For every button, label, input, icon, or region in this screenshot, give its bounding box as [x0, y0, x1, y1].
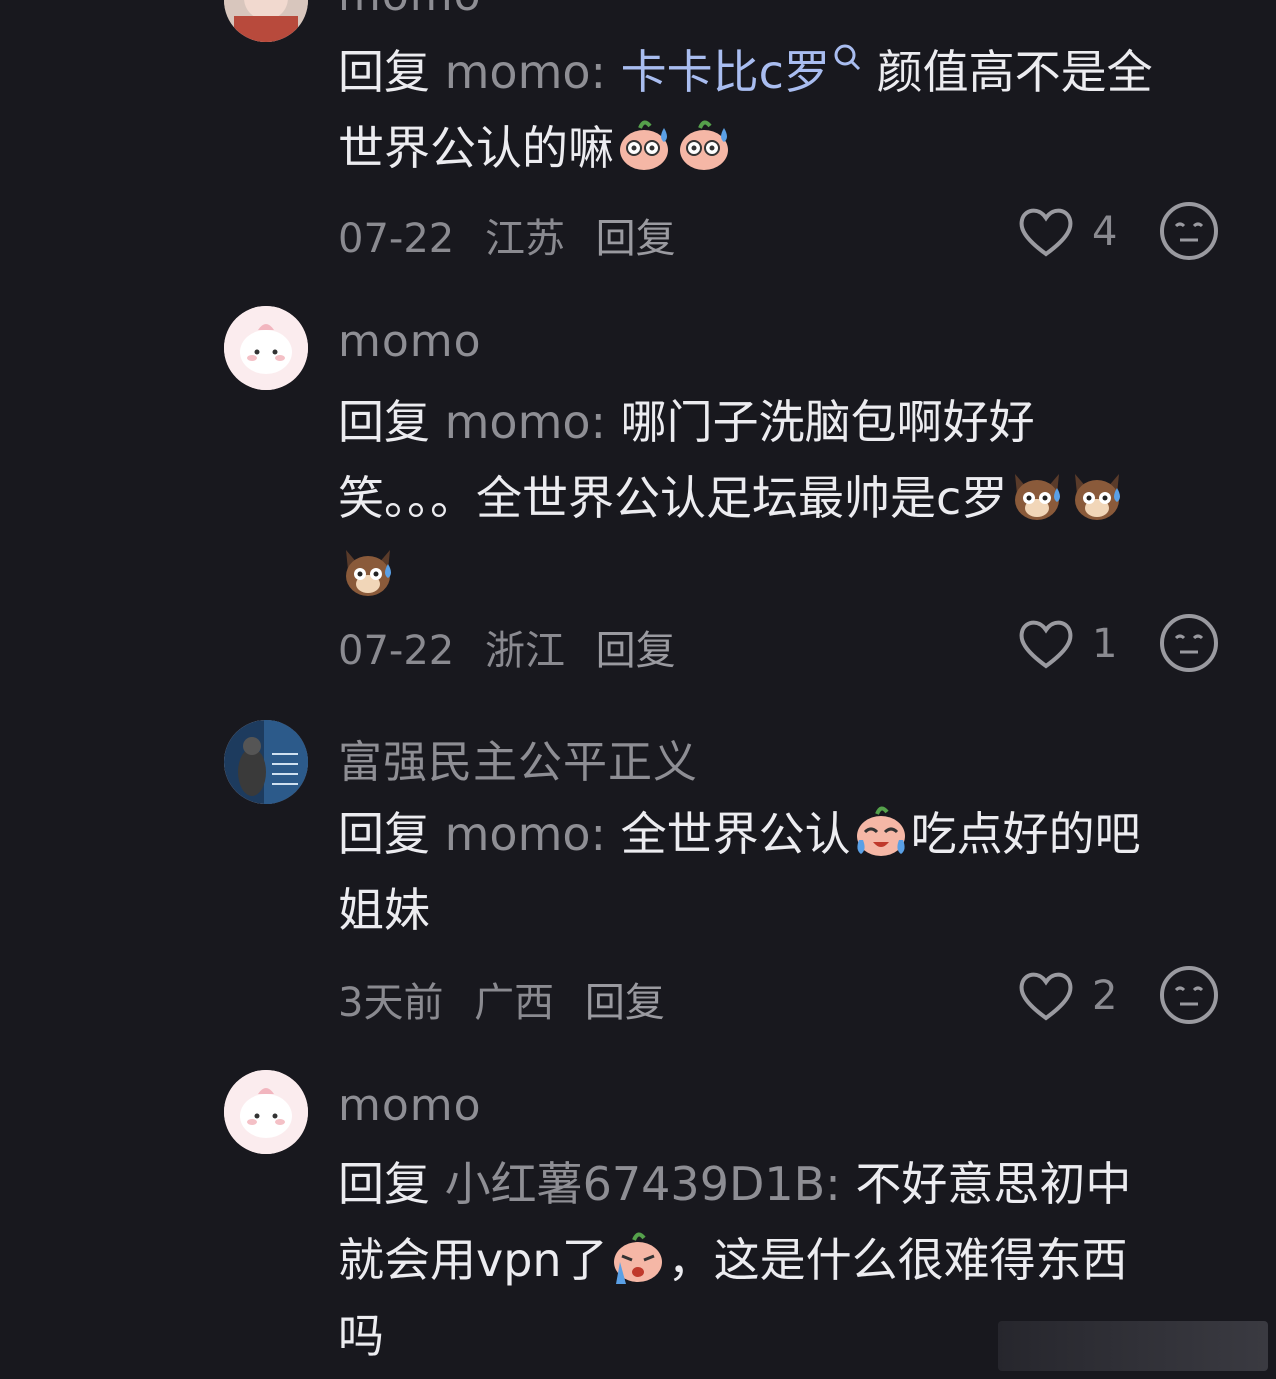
reply-target[interactable]: momo: [445, 395, 606, 449]
like-count: 1 [1092, 621, 1118, 667]
comment-text: 哪门子洗脑包啊好好笑。。。全世界公认足坛最帅是c罗 [338, 395, 1035, 525]
reply-target[interactable]: 小红薯67439D1B: [445, 1157, 841, 1211]
sweating-dog-emoji [1075, 474, 1121, 520]
comment-body: 回复 momo: 卡卡比c罗 颜值高不是全世界公认的嘛 [338, 34, 1168, 186]
sweating-peach-emoji [620, 120, 668, 170]
comment-meta: 07-22 江苏 回复 [338, 206, 694, 264]
heart-icon [1019, 208, 1073, 257]
comment-location: 广西 [474, 980, 555, 1026]
reply-prefix: 回复 [338, 1157, 430, 1211]
comment-username[interactable]: momo [338, 0, 482, 21]
comment-username[interactable]: momo [338, 1080, 482, 1131]
dislike-face-icon[interactable] [1158, 612, 1220, 674]
dislike-face-icon[interactable] [1158, 964, 1220, 1026]
sweating-dog-emoji [346, 550, 391, 596]
heart-icon [1019, 620, 1073, 669]
avatar[interactable] [224, 720, 308, 804]
comment-username[interactable]: momo [338, 316, 482, 367]
comment-location: 浙江 [484, 628, 565, 674]
comment-date: 07-22 [338, 216, 455, 262]
comment-location: 江苏 [484, 216, 565, 262]
like-button[interactable]: 2 [1014, 964, 1124, 1028]
comment-meta: 3天前 广西 回复 [338, 970, 683, 1028]
avatar[interactable] [224, 1070, 308, 1154]
comment-date: 3天前 [338, 980, 444, 1026]
sweating-dog-emoji [1015, 474, 1061, 520]
crying-emoji [613, 1232, 662, 1284]
reply-button[interactable]: 回复 [596, 628, 676, 674]
like-button[interactable]: 4 [1014, 200, 1124, 264]
heart-icon [1019, 972, 1073, 1021]
like-count: 4 [1092, 209, 1118, 255]
search-link[interactable]: 卡卡比c罗 [621, 45, 830, 99]
reply-target[interactable]: momo: [445, 807, 606, 861]
reply-target[interactable]: momo: [445, 45, 606, 99]
reply-prefix: 回复 [338, 807, 430, 861]
comment-body: 回复 momo: 哪门子洗脑包啊好好笑。。。全世界公认足坛最帅是c罗 [338, 384, 1168, 612]
like-count: 2 [1092, 973, 1118, 1019]
reply-prefix: 回复 [338, 45, 430, 99]
avatar[interactable] [224, 306, 308, 390]
comment-body: 回复 momo: 全世界公认 吃点好的吧姐妹 [338, 796, 1168, 948]
sweating-peach-emoji [680, 120, 728, 170]
laughing-crying-emoji [856, 806, 905, 856]
reply-button[interactable]: 回复 [596, 216, 676, 262]
comment-username[interactable]: 富强民主公平正义 [338, 726, 698, 790]
watermark [998, 1321, 1268, 1371]
comment-date: 07-22 [338, 628, 455, 674]
comment-meta: 07-22 浙江 回复 [338, 618, 694, 676]
dislike-face-icon[interactable] [1158, 200, 1220, 262]
reply-prefix: 回复 [338, 395, 430, 449]
search-icon[interactable] [832, 42, 862, 72]
avatar[interactable] [224, 0, 308, 42]
like-button[interactable]: 1 [1014, 612, 1124, 676]
comment-text: 全世界公认 [620, 807, 851, 861]
reply-button[interactable]: 回复 [585, 980, 665, 1026]
